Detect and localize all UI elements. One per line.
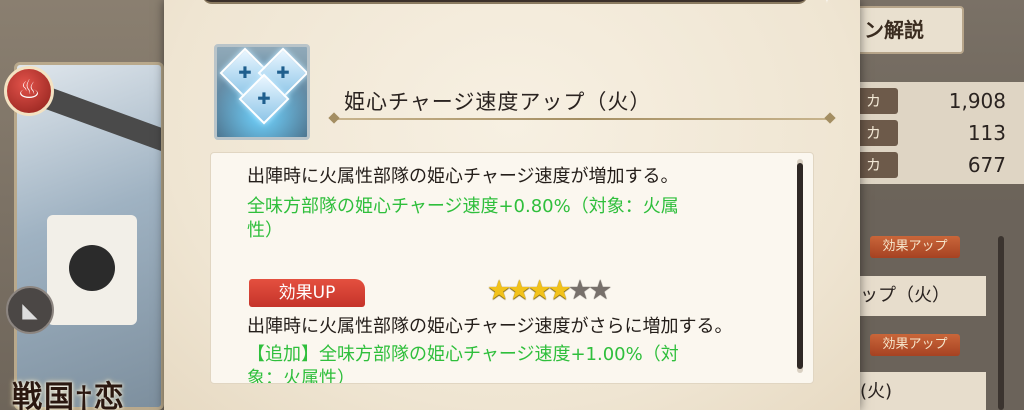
stat-row: カ 677 bbox=[860, 150, 1024, 180]
explanation-button[interactable]: ン解説 bbox=[852, 6, 964, 54]
background-left-panel: ♨ ◣ 戦国†恋 bbox=[0, 0, 170, 410]
dialog-top-bar bbox=[202, 0, 808, 4]
fire-icon: ♨ bbox=[4, 66, 54, 116]
stat-value: 1,908 bbox=[948, 89, 1006, 113]
upgrade-effect-line: 【追加】全味方部隊の姫心チャージ速度+1.00%（対 bbox=[247, 344, 679, 365]
stat-value: 677 bbox=[967, 153, 1006, 177]
description-effect-line: 全味方部隊の姫心チャージ速度+0.80%（対象：火属 bbox=[247, 196, 679, 217]
skill-title: 姫心チャージ速度アップ（火） bbox=[344, 90, 652, 114]
description-main: 出陣時に火属性部隊の姫心チャージ速度が増加する。 bbox=[247, 166, 679, 187]
effect-up-badge: 効果UP bbox=[249, 279, 365, 307]
close-icon[interactable]: ✦ bbox=[814, 0, 840, 12]
skill-detail-dialog: ✦ 姫心チャージ速度アップ（火） 出陣時に火属性部隊の姫心チャージ速度が増加する… bbox=[164, 0, 860, 410]
stat-label: カ bbox=[860, 88, 898, 114]
skill-description-box[interactable]: 出陣時に火属性部隊の姫心チャージ速度が増加する。 全味方部隊の姫心チャージ速度+… bbox=[210, 152, 814, 384]
stat-label: カ bbox=[860, 152, 898, 178]
upgrade-effect-line: 象：火属性） bbox=[247, 368, 355, 384]
description-scrollbar[interactable] bbox=[797, 159, 803, 373]
effect-up-tag: 効果アップ bbox=[870, 334, 960, 356]
skill-star-rating: ★★★★★★ bbox=[487, 277, 612, 305]
skill-list-scrollbar[interactable] bbox=[998, 236, 1004, 410]
effect-up-tag: 効果アップ bbox=[870, 236, 960, 258]
title-divider bbox=[332, 118, 832, 120]
character-name-banner: 戦国†恋 bbox=[12, 380, 126, 410]
stat-row: カ 113 bbox=[860, 118, 1024, 148]
description-effect-line: 性） bbox=[247, 220, 283, 241]
stat-value: 113 bbox=[967, 121, 1006, 145]
scrollbar-thumb[interactable] bbox=[797, 163, 803, 369]
star-empty-icon: ★ bbox=[588, 275, 613, 306]
card-art-crest bbox=[47, 215, 137, 325]
stat-label: カ bbox=[860, 120, 898, 146]
upgrade-description-main: 出陣時に火属性部隊の姫心チャージ速度がさらに増加する。 bbox=[247, 316, 733, 337]
stat-row: カ 1,908 bbox=[860, 86, 1024, 116]
skill-list-item[interactable]: ップ（火） bbox=[860, 276, 986, 316]
diamond-crest-icon bbox=[214, 44, 310, 140]
arrow-icon[interactable]: ◣ bbox=[6, 286, 54, 334]
skill-list-item[interactable]: (火) bbox=[860, 372, 986, 410]
